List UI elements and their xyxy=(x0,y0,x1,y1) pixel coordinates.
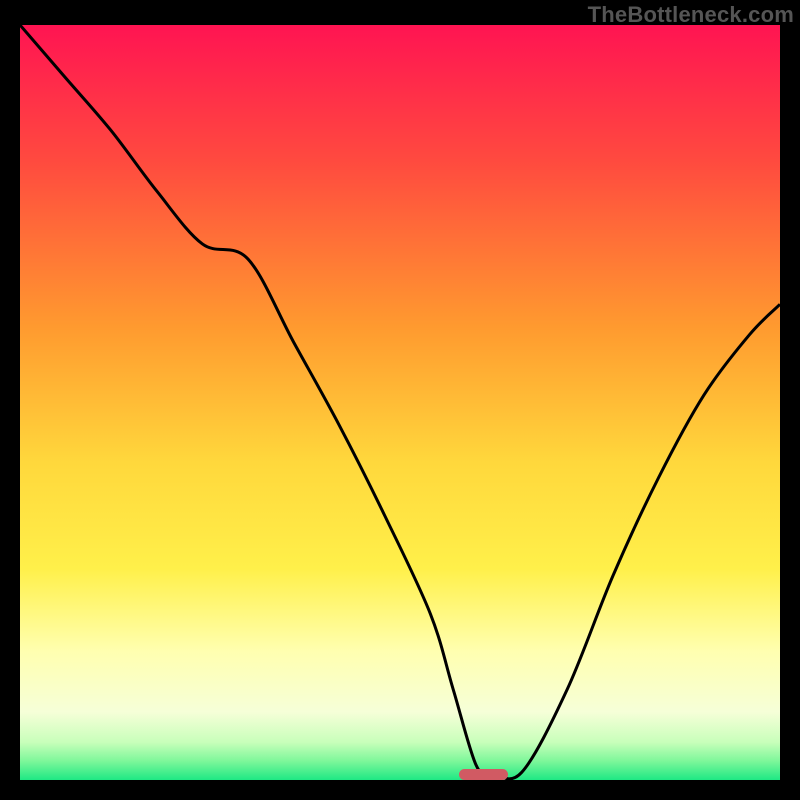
bottleneck-curve xyxy=(20,25,780,780)
plot-area xyxy=(20,25,780,780)
watermark-text: TheBottleneck.com xyxy=(588,2,794,28)
optimal-marker xyxy=(459,769,508,780)
chart-frame: TheBottleneck.com xyxy=(0,0,800,800)
